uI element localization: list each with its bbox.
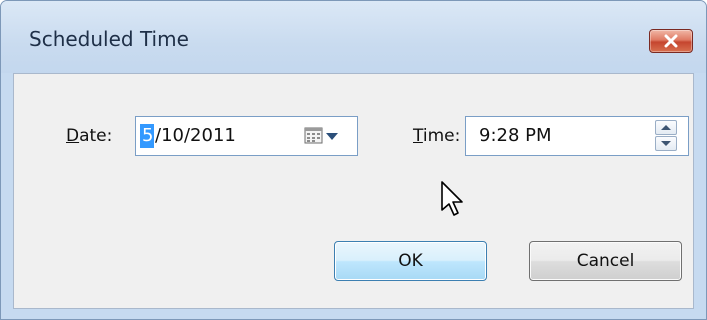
time-label: Time: [413, 126, 460, 146]
date-label-mnemonic: D [66, 126, 80, 146]
date-month-selected[interactable]: 5 [142, 125, 153, 146]
dialog-window: Scheduled Time Date: 5 /10/2011 Time: 9:… [0, 0, 707, 320]
chevron-up-icon [661, 125, 671, 130]
date-label: Date: [66, 126, 112, 146]
close-x-icon [664, 34, 678, 48]
time-label-mnemonic: T [413, 126, 423, 146]
time-label-text: ime: [422, 126, 461, 146]
date-value-rest[interactable]: /10/2011 [155, 125, 236, 146]
date-label-text: ate: [79, 126, 113, 146]
close-button[interactable] [649, 29, 693, 53]
time-picker[interactable]: 9:28 PM [465, 116, 689, 156]
chevron-down-icon[interactable] [326, 133, 338, 140]
spin-up-button[interactable] [655, 120, 677, 135]
mouse-pointer-icon [441, 181, 463, 216]
cancel-button[interactable]: Cancel [529, 241, 682, 281]
time-spinner[interactable] [655, 120, 679, 152]
title-bar[interactable]: Scheduled Time [1, 1, 706, 73]
dialog-content: Date: 5 /10/2011 Time: 9:28 PM OK Cancel [13, 73, 694, 309]
calendar-icon[interactable] [304, 127, 324, 145]
spin-down-button[interactable] [655, 136, 677, 151]
dialog-title: Scheduled Time [29, 27, 189, 51]
ok-button[interactable]: OK [334, 241, 487, 281]
chevron-down-icon [661, 141, 671, 146]
time-value[interactable]: 9:28 PM [479, 125, 552, 146]
date-picker[interactable]: 5 /10/2011 [135, 116, 358, 156]
